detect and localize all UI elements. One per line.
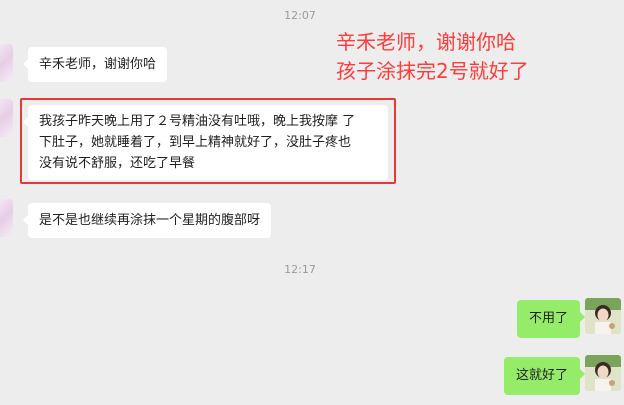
user-avatar[interactable] bbox=[585, 298, 621, 334]
message-text: 是不是也继续再涂抹一个星期的腹部呀 bbox=[39, 213, 261, 228]
timestamp-1207: 12:07 bbox=[284, 9, 316, 22]
message-bubble-thanks[interactable]: 辛禾老师，谢谢你哈 bbox=[22, 47, 168, 82]
contact-avatar[interactable] bbox=[0, 99, 13, 137]
sent-bubble-its-fine[interactable]: 这就好了 bbox=[503, 357, 586, 395]
annotation-line-1: 辛禾老师，谢谢你哈 bbox=[336, 30, 516, 54]
contact-avatar[interactable] bbox=[0, 44, 13, 82]
message-text-line-2: 下肚子，她就睡着了，到早上精神就好了，没肚子疼也 bbox=[39, 135, 352, 150]
message-text: 辛禾老师，谢谢你哈 bbox=[39, 57, 157, 72]
message-text: 这就好了 bbox=[515, 368, 568, 383]
message-text-line-1: 我孩子昨天晚上用了２号精油没有吐哦，晚上我按摩 了 bbox=[39, 114, 356, 129]
user-avatar-photo bbox=[585, 298, 621, 334]
contact-avatar[interactable] bbox=[0, 199, 13, 237]
sent-bubble-no-need[interactable]: 不用了 bbox=[516, 300, 586, 338]
message-bubble-question[interactable]: 是不是也继续再涂抹一个星期的腹部呀 bbox=[22, 203, 272, 238]
message-bubble-essential-oil[interactable]: 我孩子昨天晚上用了２号精油没有吐哦，晚上我按摩 了 下肚子，她就睡着了，到早上精… bbox=[23, 105, 388, 180]
annotation-line-2: 孩子涂抹完2号就好了 bbox=[336, 59, 529, 83]
timestamp-1217: 12:17 bbox=[284, 263, 316, 276]
user-avatar[interactable] bbox=[585, 355, 621, 391]
user-avatar-photo bbox=[585, 355, 621, 391]
message-text-line-3: 没有说不舒服，还吃了早餐 bbox=[39, 156, 196, 171]
red-annotation-text: 辛禾老师，谢谢你哈 孩子涂抹完2号就好了 bbox=[336, 28, 529, 86]
message-text: 不用了 bbox=[528, 311, 568, 326]
